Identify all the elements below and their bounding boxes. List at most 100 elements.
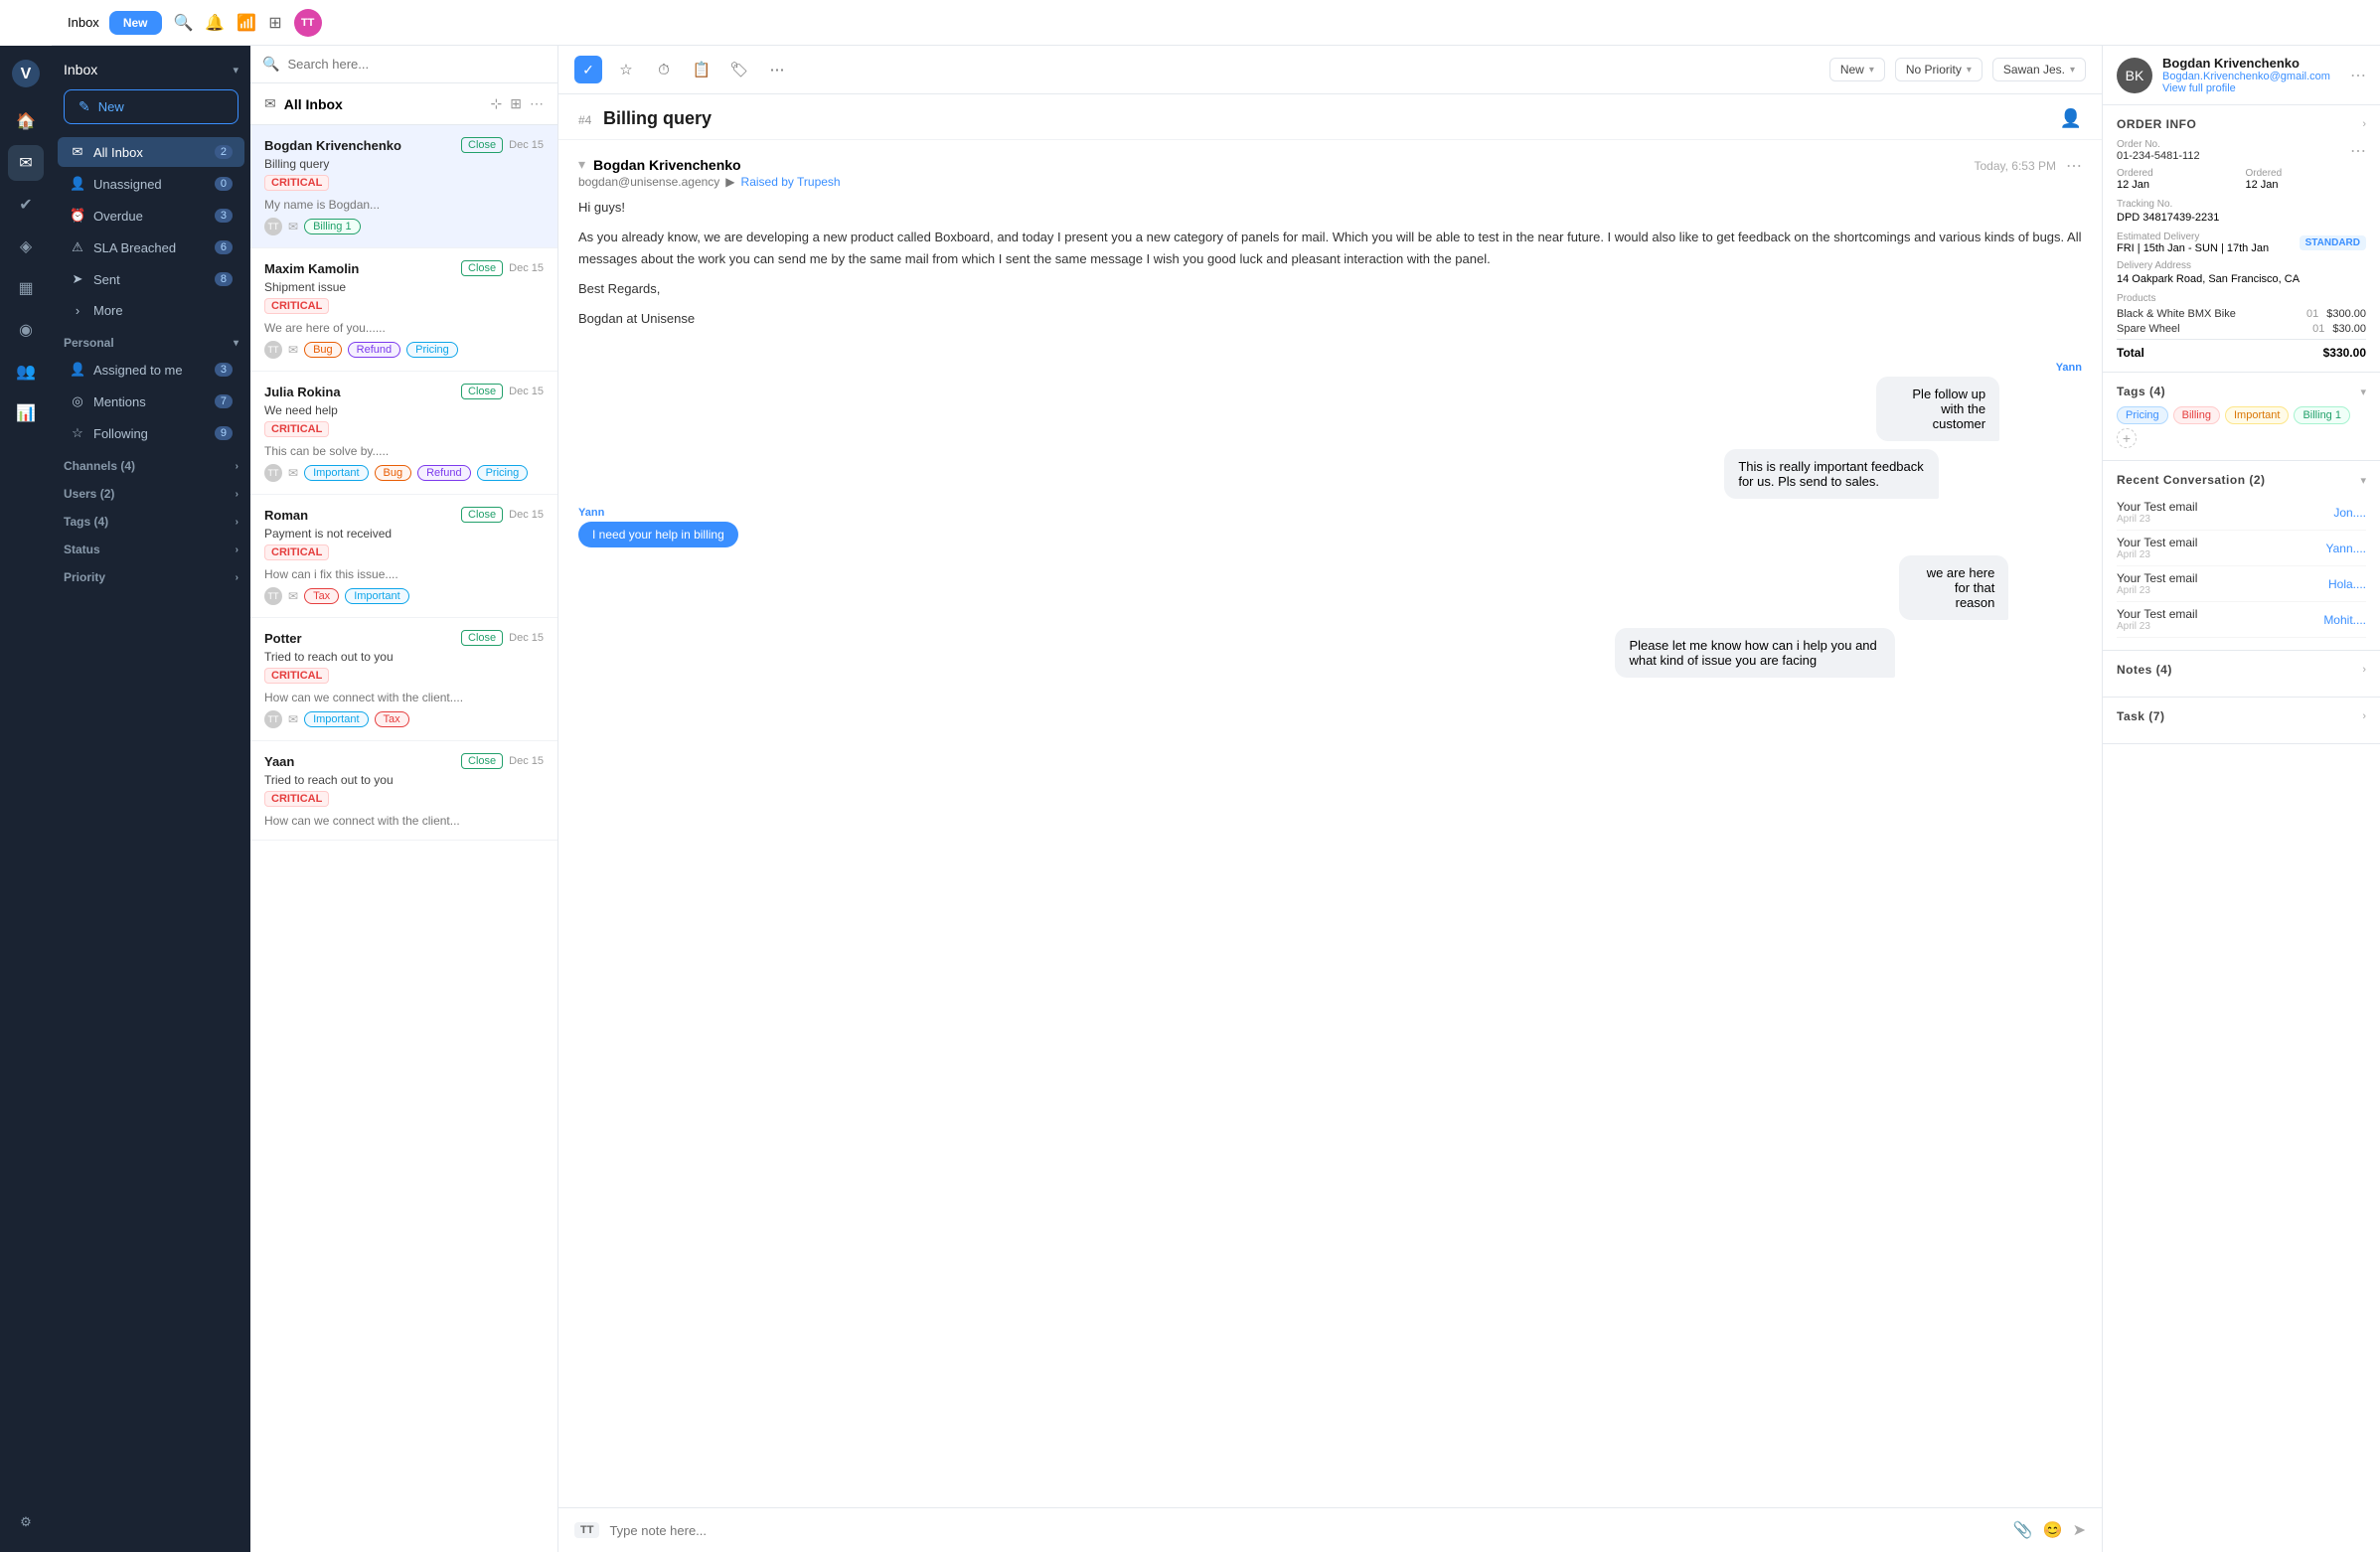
roman-tag-tax[interactable]: Tax <box>304 588 339 604</box>
julia-tag-important[interactable]: Important <box>304 465 368 481</box>
recent-conv-item-2[interactable]: Your Test email April 23 Yann.... <box>2117 531 2366 566</box>
new-top-button[interactable]: New <box>109 11 162 35</box>
maxim-tag-pricing[interactable]: Pricing <box>406 342 458 358</box>
nav-icon-contacts[interactable]: 👥 <box>8 354 44 389</box>
inbox-item-potter[interactable]: Potter Close Dec 15 Tried to reach out t… <box>250 618 557 741</box>
status-dropdown[interactable]: New ▾ <box>1829 58 1885 81</box>
nav-icon-home[interactable]: 🏠 <box>8 103 44 139</box>
recent-conv-item-1[interactable]: Your Test email April 23 Jon.... <box>2117 495 2366 531</box>
maxim-tag-refund[interactable]: Refund <box>348 342 400 358</box>
channels-header[interactable]: Channels (4) › <box>52 449 250 477</box>
tag-chip-important[interactable]: Important <box>2225 406 2289 424</box>
chat-msg-here: we are here for that reason <box>1899 555 2082 620</box>
check-button[interactable]: ✓ <box>574 56 602 83</box>
user-more-options[interactable]: ⋯ <box>2350 66 2366 85</box>
recent-conv-item-4[interactable]: Your Test email April 23 Mohit.... <box>2117 602 2366 638</box>
yaan-date: Dec 15 <box>509 755 544 767</box>
sidebar-item-assigned-to-me[interactable]: 👤 Assigned to me 3 <box>58 355 244 385</box>
inbox-item-bogdan[interactable]: Bogdan Krivenchenko Close Dec 15 Billing… <box>250 125 557 248</box>
status-header[interactable]: Status › <box>52 533 250 560</box>
nav-icon-analytics[interactable]: 📊 <box>8 395 44 431</box>
sidebar-item-more[interactable]: › More <box>58 296 244 325</box>
bogdan-tag-billing1[interactable]: Billing 1 <box>304 219 361 234</box>
logo[interactable]: V <box>10 58 42 89</box>
new-compose-button[interactable]: ✎ New <box>64 89 238 124</box>
nav-icon-inbox[interactable]: ✉ <box>8 145 44 181</box>
recent-conv-header[interactable]: Recent Conversation (2) ▾ <box>2117 473 2366 487</box>
inbox-item-julia[interactable]: Julia Rokina Close Dec 15 We need help C… <box>250 372 557 495</box>
order-info-header[interactable]: ORDER INFO › <box>2117 117 2366 131</box>
filter-icon[interactable]: ⊹ <box>491 95 503 112</box>
tags-section-header[interactable]: Tags (4) ▾ <box>2117 385 2366 398</box>
more-options-icon[interactable]: ⋯ <box>530 95 544 112</box>
folder-icon[interactable]: 📋 <box>688 56 715 83</box>
assignee-dropdown[interactable]: Sawan Jes. ▾ <box>1992 58 2086 81</box>
priority-header[interactable]: Priority › <box>52 560 250 588</box>
sidebar-item-mentions[interactable]: ◎ Mentions 7 <box>58 387 244 416</box>
order-no-more[interactable]: ⋯ <box>2350 141 2366 161</box>
add-tag-button[interactable]: + <box>2117 428 2137 448</box>
maxim-close-btn[interactable]: Close <box>461 260 503 276</box>
sidebar-item-sla-breached[interactable]: ⚠ SLA Breached 6 <box>58 233 244 262</box>
potter-tag-tax[interactable]: Tax <box>375 711 409 727</box>
inbox-item-maxim[interactable]: Maxim Kamolin Close Dec 15 Shipment issu… <box>250 248 557 372</box>
send-icon[interactable]: ➤ <box>2073 1520 2086 1540</box>
sidebar-item-unassigned[interactable]: 👤 Unassigned 0 <box>58 169 244 199</box>
grid-icon[interactable]: ⊞ <box>268 13 281 33</box>
bogdan-close-btn[interactable]: Close <box>461 137 503 153</box>
sidebar-item-all-inbox[interactable]: ✉ All Inbox 2 <box>58 137 244 167</box>
settings-icon[interactable]: ⚙ <box>8 1504 44 1540</box>
attachment-icon[interactable]: 📎 <box>2013 1520 2033 1540</box>
clock-icon[interactable]: ⏱ <box>650 56 678 83</box>
julia-tag-bug[interactable]: Bug <box>375 465 412 481</box>
raised-by[interactable]: Raised by Trupesh <box>741 175 841 189</box>
star-icon[interactable]: ☆ <box>612 56 640 83</box>
sidebar-chevron: ▾ <box>233 64 238 77</box>
sidebar-item-following[interactable]: ☆ Following 9 <box>58 418 244 448</box>
sidebar-item-sent[interactable]: ➤ Sent 8 <box>58 264 244 294</box>
layout-icon[interactable]: ⊞ <box>510 95 522 112</box>
tag-icon[interactable]: 🏷 <box>725 56 753 83</box>
priority-dropdown[interactable]: No Priority ▾ <box>1895 58 1983 81</box>
user-email[interactable]: Bogdan.Krivenchenko@gmail.com <box>2162 71 2340 82</box>
inbox-item-roman-name: Roman <box>264 508 308 523</box>
task-header[interactable]: Task (7) › <box>2117 709 2366 723</box>
signal-icon[interactable]: 📶 <box>237 13 256 33</box>
personal-section-header[interactable]: Personal ▾ <box>52 326 250 354</box>
roman-close-btn[interactable]: Close <box>461 507 503 523</box>
tag-chip-billing[interactable]: Billing <box>2173 406 2220 424</box>
search-input[interactable] <box>287 57 546 72</box>
notes-header[interactable]: Notes (4) › <box>2117 663 2366 677</box>
nav-icon-wifi[interactable]: ◉ <box>8 312 44 348</box>
sidebar-item-overdue[interactable]: ⏰ Overdue 3 <box>58 201 244 231</box>
roman-tag-important[interactable]: Important <box>345 588 408 604</box>
bell-icon[interactable]: 🔔 <box>205 13 225 33</box>
view-profile-link[interactable]: View full profile <box>2162 82 2340 94</box>
users-header[interactable]: Users (2) › <box>52 477 250 505</box>
user-avatar-top[interactable]: TT <box>294 9 322 37</box>
nav-icon-reports[interactable]: ▦ <box>8 270 44 306</box>
inbox-item-yaan[interactable]: Yaan Close Dec 15 Tried to reach out to … <box>250 741 557 841</box>
potter-close-btn[interactable]: Close <box>461 630 503 646</box>
reply-input[interactable] <box>609 1523 2002 1538</box>
email-more-options[interactable]: ⋯ <box>2066 156 2082 176</box>
search-icon[interactable]: 🔍 <box>174 13 194 33</box>
julia-tag-pricing[interactable]: Pricing <box>477 465 529 481</box>
assign-icon[interactable]: 👤 <box>2060 108 2082 129</box>
nav-icon-layers[interactable]: ◈ <box>8 229 44 264</box>
inbox-item-roman[interactable]: Roman Close Dec 15 Payment is not receiv… <box>250 495 557 618</box>
maxim-tag-bug[interactable]: Bug <box>304 342 342 358</box>
potter-tag-important[interactable]: Important <box>304 711 368 727</box>
yaan-close-btn[interactable]: Close <box>461 753 503 769</box>
julia-close-btn[interactable]: Close <box>461 384 503 399</box>
more-icon[interactable]: ⋯ <box>763 56 791 83</box>
julia-tag-refund[interactable]: Refund <box>417 465 470 481</box>
tag-chip-pricing[interactable]: Pricing <box>2117 406 2168 424</box>
emoji-icon[interactable]: 😊 <box>2043 1520 2063 1540</box>
tags-header[interactable]: Tags (4) › <box>52 505 250 533</box>
tag-chip-billing1[interactable]: Billing 1 <box>2294 406 2350 424</box>
nav-icon-tasks[interactable]: ✔ <box>8 187 44 223</box>
tags-chevron: › <box>236 517 238 528</box>
email-expand-icon[interactable]: ▾ <box>578 156 585 173</box>
recent-conv-item-3[interactable]: Your Test email April 23 Hola.... <box>2117 566 2366 602</box>
